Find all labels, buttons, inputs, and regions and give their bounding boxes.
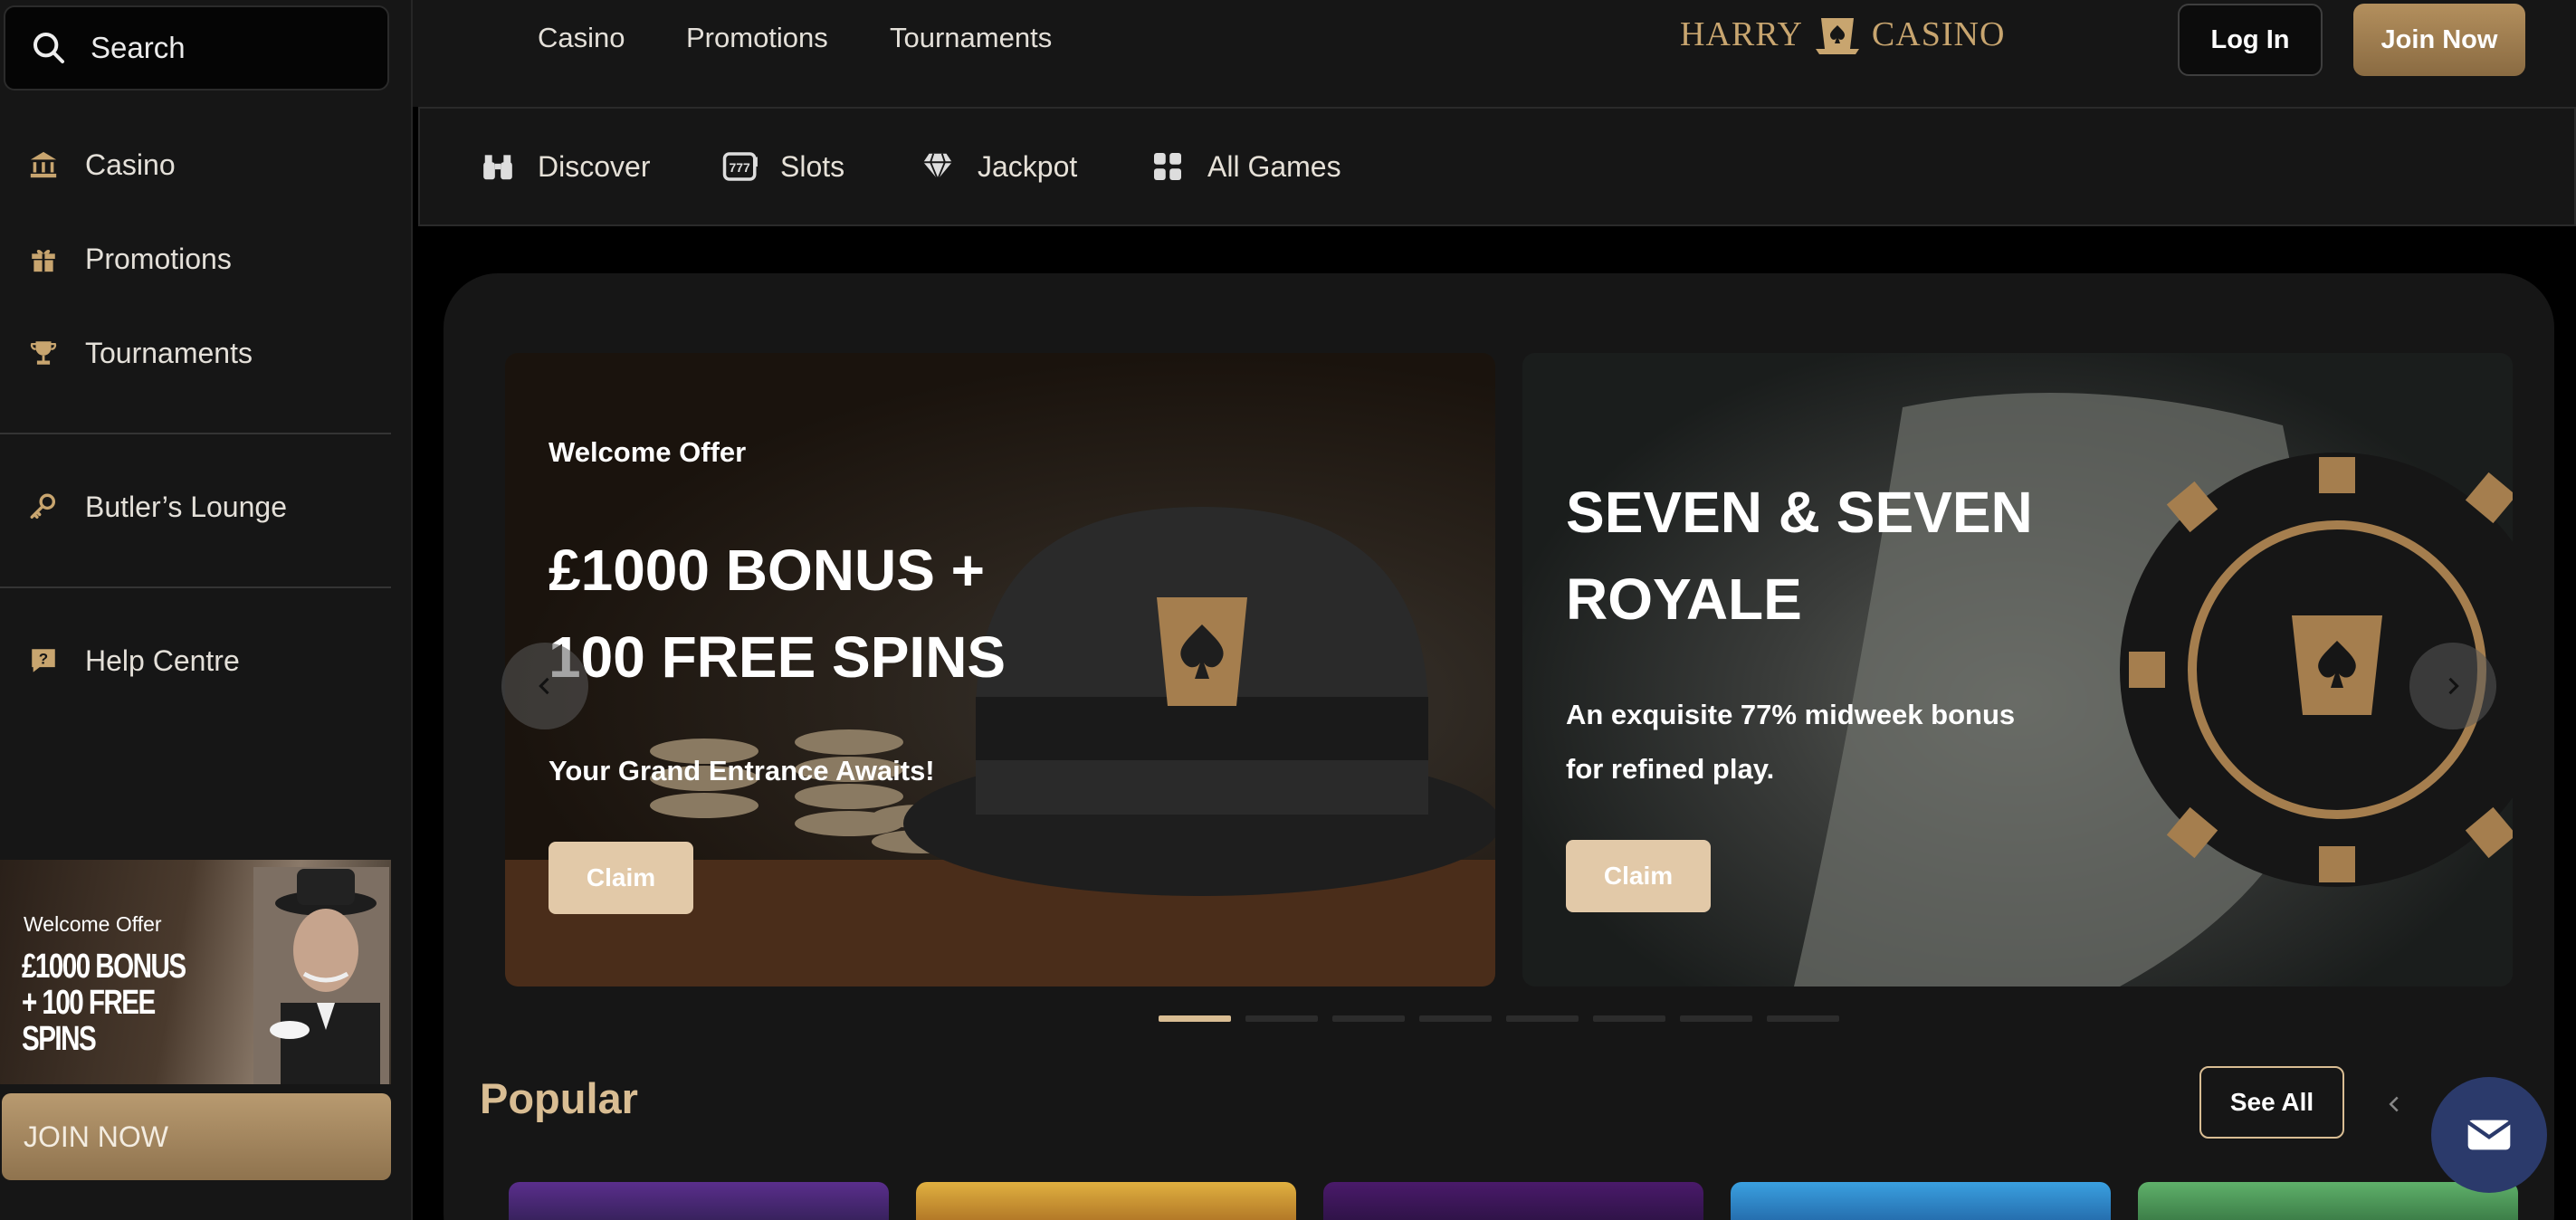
sidebar-item-label: Help Centre: [85, 643, 240, 677]
nav-link-promotions[interactable]: Promotions: [686, 22, 828, 54]
envelope-icon: [2466, 1120, 2512, 1150]
join-now-button[interactable]: Join Now: [2353, 4, 2525, 76]
promo-slide-welcome-offer[interactable]: Welcome Offer £1000 BONUS + 100 FREE SPI…: [505, 353, 1495, 986]
key-icon: [25, 489, 62, 525]
binoculars-icon: [478, 147, 518, 186]
category-label: All Games: [1207, 149, 1341, 183]
banner-headline: £1000 BONUS + 100 FREE SPINS: [22, 948, 186, 1058]
nav-link-tournaments[interactable]: Tournaments: [890, 22, 1052, 54]
game-tile[interactable]: [1323, 1182, 1703, 1220]
contact-mail-button[interactable]: [2431, 1077, 2547, 1193]
slide-title-line2: ROYALE: [1566, 567, 1802, 632]
carousel-dot[interactable]: [1767, 1015, 1839, 1022]
sidebar-item-tournaments[interactable]: Tournaments: [0, 317, 398, 389]
promo-slide-seven-and-seven[interactable]: SEVEN & SEVEN ROYALE An exquisite 77% mi…: [1522, 353, 2513, 986]
logo-text-right: CASINO: [1871, 15, 2006, 53]
top-hat-spade-icon: [1815, 18, 1859, 54]
sidebar-item-butlers-lounge[interactable]: Butler’s Lounge: [0, 471, 398, 543]
site-logo[interactable]: HARRY CASINO: [1680, 13, 2005, 56]
gift-icon: [25, 241, 62, 277]
sidebar-item-promotions[interactable]: Promotions: [0, 223, 398, 295]
chevron-left-icon: [539, 677, 549, 695]
category-label: Slots: [780, 149, 845, 183]
log-in-button[interactable]: Log In: [2178, 4, 2323, 76]
category-all-games[interactable]: All Games: [1148, 147, 1341, 186]
logo-text-left: HARRY: [1680, 15, 1803, 53]
butler-illustration: [253, 867, 389, 1084]
sidebar-divider: [0, 433, 391, 434]
slide-title-line2: 100 FREE SPINS: [549, 624, 1007, 690]
carousel-dot[interactable]: [1593, 1015, 1665, 1022]
carousel-pagination: [1159, 1015, 1839, 1022]
category-discover[interactable]: Discover: [478, 147, 650, 186]
sidebar-divider: [0, 586, 391, 588]
chevron-left-icon[interactable]: [2380, 1086, 2408, 1122]
search-input[interactable]: Search: [4, 5, 389, 91]
slide-subtitle: Your Grand Entrance Awaits!: [549, 755, 935, 786]
carousel-next-button[interactable]: [2409, 643, 2496, 729]
slide-subtitle-line2: for refined play.: [1566, 753, 1775, 785]
sidebar-item-label: Butler’s Lounge: [85, 490, 287, 523]
nav-link-casino[interactable]: Casino: [538, 22, 625, 54]
see-all-button[interactable]: See All: [2199, 1066, 2344, 1139]
sidebar-item-label: Promotions: [85, 242, 232, 275]
sidebar: Search Casino Promotions Tournaments But…: [0, 0, 413, 1220]
game-tile[interactable]: [1731, 1182, 2111, 1220]
game-tile[interactable]: [916, 1182, 1296, 1220]
claim-button[interactable]: Claim: [1566, 840, 1711, 912]
sidebar-item-help-centre[interactable]: ? Help Centre: [0, 624, 398, 697]
category-label: Discover: [538, 149, 651, 183]
slot-777-icon: 777: [720, 147, 760, 186]
popular-section-title: Popular: [480, 1074, 638, 1122]
welcome-offer-banner[interactable]: Welcome Offer £1000 BONUS + 100 FREE SPI…: [0, 860, 391, 1084]
chevron-right-icon: [2448, 677, 2459, 695]
claim-button[interactable]: Claim: [549, 842, 693, 914]
slide-title-line1: SEVEN & SEVEN: [1566, 480, 2033, 545]
svg-text:?: ?: [39, 651, 48, 668]
grid-icon: [1148, 147, 1188, 186]
slide-kicker: Welcome Offer: [549, 436, 747, 468]
svg-text:777: 777: [729, 160, 750, 175]
sidebar-item-casino[interactable]: Casino: [0, 129, 398, 201]
carousel-dot[interactable]: [1506, 1015, 1579, 1022]
sidebar-join-now-button[interactable]: JOIN NOW: [2, 1093, 391, 1180]
carousel-prev-button[interactable]: [501, 643, 588, 729]
game-tile[interactable]: [509, 1182, 889, 1220]
carousel-dot[interactable]: [1680, 1015, 1752, 1022]
carousel-dot[interactable]: [1159, 1015, 1231, 1022]
search-icon: [33, 33, 64, 63]
bank-icon: [25, 147, 62, 183]
category-label: Jackpot: [978, 149, 1078, 183]
slide-subtitle-line1: An exquisite 77% midweek bonus: [1566, 699, 2016, 730]
game-tile[interactable]: [2138, 1182, 2518, 1220]
banner-kicker: Welcome Offer: [24, 912, 162, 936]
sidebar-item-label: Tournaments: [85, 336, 253, 369]
category-bar: Discover 777 Slots Jackpot All Games: [418, 107, 2576, 226]
carousel-dot[interactable]: [1419, 1015, 1492, 1022]
diamond-icon: [918, 147, 958, 186]
sidebar-item-label: Casino: [85, 148, 176, 181]
category-slots[interactable]: 777 Slots: [720, 147, 844, 186]
carousel-dot[interactable]: [1332, 1015, 1405, 1022]
top-navigation: Casino Promotions Tournaments HARRY CASI…: [413, 0, 2576, 107]
trophy-icon: [25, 335, 62, 371]
category-jackpot[interactable]: Jackpot: [918, 147, 1077, 186]
carousel-dot[interactable]: [1245, 1015, 1318, 1022]
help-chat-icon: ?: [25, 643, 62, 679]
search-label: Search: [91, 31, 186, 64]
slide-title-line1: £1000 BONUS +: [549, 538, 986, 603]
